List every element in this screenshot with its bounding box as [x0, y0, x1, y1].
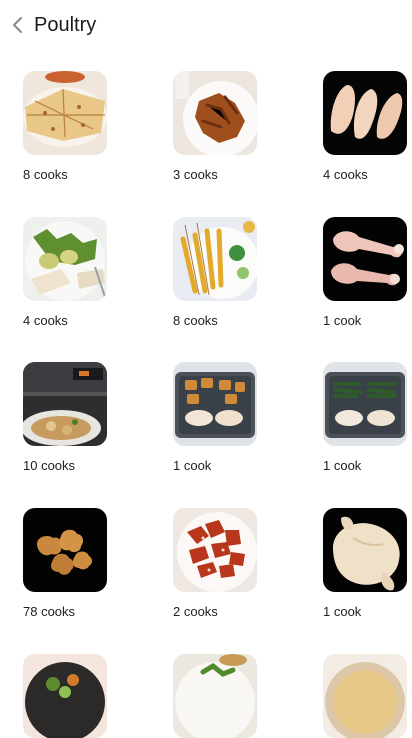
recipe-image-oven-dish[interactable] — [23, 362, 107, 446]
cook-count: 78 cooks — [23, 604, 76, 619]
cook-count: 1 cook — [323, 458, 362, 473]
recipe-image-sheet-pan-greens[interactable] — [323, 362, 407, 446]
recipe-grid: 8 cooks 3 cooks 4 cooks 4 cooks 8 cooks … — [0, 0, 412, 738]
recipe-image-salad-chicken[interactable] — [23, 217, 107, 301]
cook-count: 3 cooks — [173, 167, 218, 182]
recipe-image-nuggets[interactable] — [23, 508, 107, 592]
recipe-image-herb-plate[interactable] — [173, 654, 257, 738]
cook-count: 4 cooks — [23, 313, 68, 328]
recipe-image-glazed-wings[interactable] — [173, 508, 257, 592]
recipe-image-whole-chicken[interactable] — [323, 508, 407, 592]
recipe-image-drumsticks[interactable] — [323, 217, 407, 301]
cook-count: 1 cook — [323, 313, 362, 328]
recipe-image-wings-plate[interactable] — [173, 71, 257, 155]
cook-count: 1 cook — [323, 604, 362, 619]
cook-count: 8 cooks — [23, 167, 68, 182]
recipe-image-pot-pie[interactable] — [323, 654, 407, 738]
cook-count: 1 cook — [173, 458, 212, 473]
recipe-image-bowl-salad[interactable] — [23, 654, 107, 738]
recipe-image-quesadilla[interactable] — [23, 71, 107, 155]
cook-count: 2 cooks — [173, 604, 218, 619]
recipe-image-skewers[interactable] — [173, 217, 257, 301]
recipe-image-sheet-pan-potatoes[interactable] — [173, 362, 257, 446]
recipe-image-raw-breasts[interactable] — [323, 71, 407, 155]
cook-count: 10 cooks — [23, 458, 76, 473]
cook-count: 4 cooks — [323, 167, 368, 182]
cook-count: 8 cooks — [173, 313, 218, 328]
